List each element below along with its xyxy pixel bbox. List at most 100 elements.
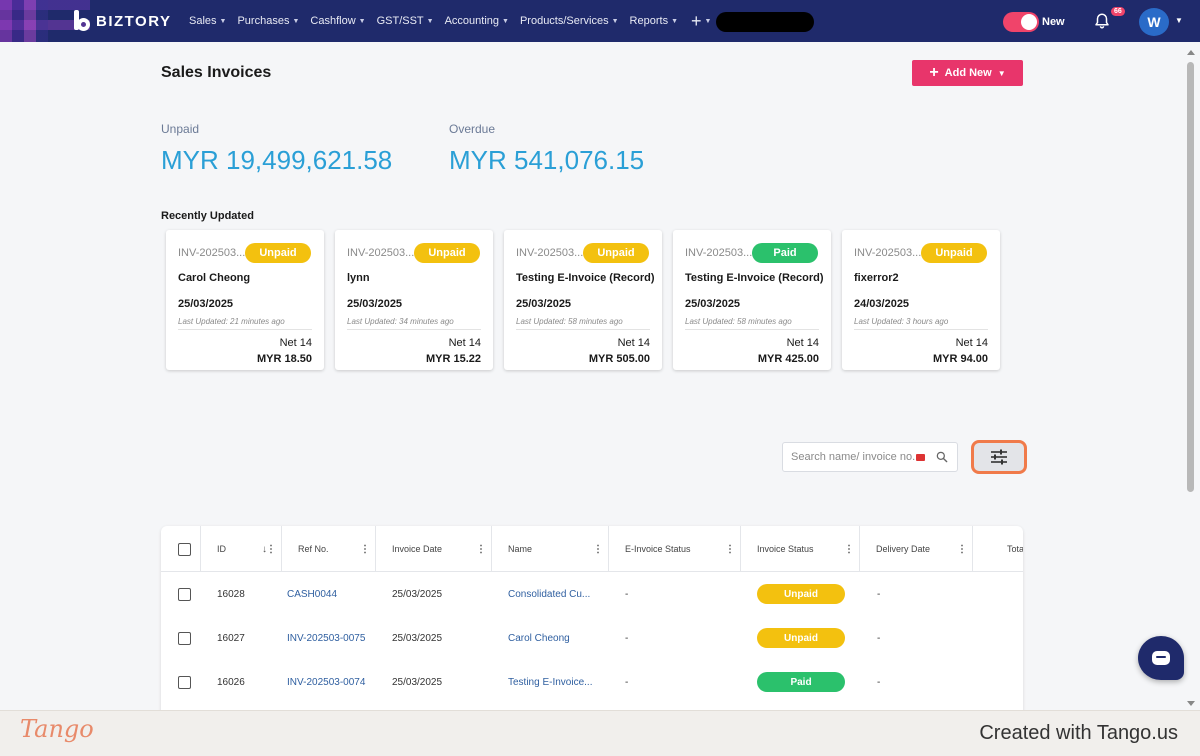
sort-desc-icon[interactable]: ↓⋮ bbox=[262, 544, 276, 555]
keyboard-icon bbox=[916, 453, 925, 461]
brand-name: BIZTORY bbox=[96, 12, 172, 30]
card-last-updated: Last Updated: 3 hours ago bbox=[854, 317, 949, 326]
search-icon[interactable] bbox=[935, 450, 949, 464]
row-e-invoice-status: - bbox=[625, 588, 629, 600]
nav-cashflow-label: Cashflow bbox=[310, 15, 356, 27]
tango-logo: Tango bbox=[20, 715, 94, 743]
nav-purchases[interactable]: Purchases ▼ bbox=[237, 15, 299, 27]
recent-invoice-card[interactable]: INV-202503... Unpaid Testing E-Invoice (… bbox=[504, 230, 662, 370]
card-last-updated: Last Updated: 58 minutes ago bbox=[516, 317, 623, 326]
chat-widget-button[interactable] bbox=[1138, 636, 1184, 680]
avatar-initial: W bbox=[1147, 14, 1161, 30]
row-ref-no-link[interactable]: INV-202503-0074 bbox=[287, 660, 365, 704]
column-menu-icon[interactable]: ⋮ bbox=[844, 544, 854, 555]
card-date: 25/03/2025 bbox=[516, 298, 572, 310]
card-payment-term: Net 14 bbox=[617, 337, 650, 349]
scroll-down-arrow-icon[interactable] bbox=[1187, 701, 1195, 706]
column-header-ref-no[interactable]: Ref No. ⋮ bbox=[282, 526, 376, 572]
nav-gst-sst[interactable]: GST/SST ▼ bbox=[377, 15, 434, 27]
column-menu-icon[interactable]: ⋮ bbox=[476, 544, 486, 555]
row-name-link[interactable]: Consolidated Cu... bbox=[508, 572, 590, 616]
unpaid-value: MYR 19,499,621.58 bbox=[161, 145, 393, 175]
table-row[interactable]: 16028 CASH0044 25/03/2025 Consolidated C… bbox=[161, 572, 1023, 616]
chevron-down-icon: ▼ bbox=[502, 17, 509, 25]
row-ref-no-link[interactable]: INV-202503-0075 bbox=[287, 616, 365, 660]
card-invoice-no: INV-202503... bbox=[685, 247, 753, 259]
row-name-link[interactable]: Testing E-Invoice... bbox=[508, 660, 592, 704]
scroll-up-arrow-icon[interactable] bbox=[1187, 50, 1195, 55]
card-last-updated: Last Updated: 34 minutes ago bbox=[347, 317, 454, 326]
new-ui-toggle[interactable] bbox=[1003, 12, 1039, 32]
chevron-down-icon: ▼ bbox=[611, 17, 619, 25]
row-delivery-date: - bbox=[877, 588, 881, 600]
column-header-name[interactable]: Name ⋮ bbox=[492, 526, 609, 572]
card-customer-name: Carol Cheong bbox=[178, 272, 251, 284]
card-divider bbox=[347, 329, 481, 330]
row-invoice-date: 25/03/2025 bbox=[392, 632, 443, 644]
nav-reports[interactable]: Reports ▼ bbox=[630, 15, 678, 27]
scroll-thumb[interactable] bbox=[1187, 62, 1194, 492]
row-ref-no-link[interactable]: CASH0044 bbox=[287, 572, 337, 616]
nav-accounting[interactable]: Accounting ▼ bbox=[445, 15, 509, 27]
column-header-id-label: ID bbox=[217, 544, 226, 554]
toggle-knob bbox=[1021, 14, 1037, 30]
card-amount: MYR 94.00 bbox=[932, 353, 988, 365]
main-nav: Sales ▼ Purchases ▼ Cashflow ▼ GST/SST ▼ Acc… bbox=[189, 0, 711, 42]
recent-invoice-card[interactable]: INV-202503... Unpaid lynn 25/03/2025 Las… bbox=[335, 230, 493, 370]
recent-invoice-cards: INV-202503... Unpaid Carol Cheong 25/03/… bbox=[166, 230, 1000, 370]
column-menu-icon[interactable]: ⋮ bbox=[593, 544, 603, 555]
column-menu-icon[interactable]: ⋮ bbox=[957, 544, 967, 555]
card-invoice-no: INV-202503... bbox=[854, 247, 922, 259]
card-date: 25/03/2025 bbox=[685, 298, 741, 310]
column-menu-icon[interactable]: ⋮ bbox=[360, 544, 370, 555]
card-divider bbox=[178, 329, 312, 330]
page-scrollbar[interactable] bbox=[1186, 46, 1195, 710]
row-checkbox-cell bbox=[178, 616, 191, 660]
brand-logo[interactable]: BIZTORY bbox=[72, 10, 172, 32]
nav-products-services[interactable]: Products/Services ▼ bbox=[520, 15, 619, 27]
chevron-down-icon: ▼ bbox=[219, 17, 227, 25]
select-all-checkbox[interactable] bbox=[178, 542, 191, 556]
add-new-button[interactable]: + Add New ▼ bbox=[912, 60, 1023, 86]
row-checkbox[interactable] bbox=[178, 587, 191, 601]
card-customer-name: fixerror2 bbox=[854, 272, 899, 284]
table-row[interactable]: 16027 INV-202503-0075 25/03/2025 Carol C… bbox=[161, 616, 1023, 660]
row-checkbox[interactable] bbox=[178, 675, 191, 689]
row-id: 16028 bbox=[217, 588, 245, 600]
column-header-invoice-date[interactable]: Invoice Date ⋮ bbox=[376, 526, 492, 572]
column-header-invoice-status[interactable]: Invoice Status ⋮ bbox=[741, 526, 860, 572]
card-date: 24/03/2025 bbox=[854, 298, 910, 310]
column-header-e-invoice-status[interactable]: E-Invoice Status ⋮ bbox=[609, 526, 741, 572]
nav-sales[interactable]: Sales ▼ bbox=[189, 15, 226, 27]
nav-purchases-label: Purchases bbox=[237, 15, 290, 27]
nav-cashflow[interactable]: Cashflow ▼ bbox=[310, 15, 365, 27]
filter-button[interactable] bbox=[971, 440, 1027, 474]
page-title: Sales Invoices bbox=[161, 64, 272, 81]
column-header-id[interactable]: ID ↓⋮ bbox=[201, 526, 282, 572]
recent-invoice-card[interactable]: INV-202503... Paid Testing E-Invoice (Re… bbox=[673, 230, 831, 370]
user-avatar[interactable]: W bbox=[1139, 8, 1169, 36]
card-status-badge: Paid bbox=[752, 243, 818, 263]
chevron-down-icon: ▼ bbox=[997, 68, 1006, 78]
bell-icon bbox=[1095, 13, 1109, 29]
chevron-down-icon[interactable]: ▼ bbox=[1175, 16, 1183, 25]
search-input[interactable] bbox=[791, 451, 916, 463]
quick-add-menu[interactable]: + ▼ bbox=[691, 11, 711, 32]
card-date: 25/03/2025 bbox=[347, 298, 403, 310]
card-customer-name: Testing E-Invoice (Record) bbox=[685, 272, 824, 284]
column-header-delivery-date[interactable]: Delivery Date ⋮ bbox=[860, 526, 973, 572]
row-name-link[interactable]: Carol Cheong bbox=[508, 616, 570, 660]
row-id: 16027 bbox=[217, 632, 245, 644]
table-row[interactable]: 16026 INV-202503-0074 25/03/2025 Testing… bbox=[161, 660, 1023, 704]
notifications-button[interactable] bbox=[1093, 12, 1113, 32]
recent-invoice-card[interactable]: INV-202503... Unpaid fixerror2 24/03/202… bbox=[842, 230, 1000, 370]
column-menu-icon[interactable]: ⋮ bbox=[725, 544, 735, 555]
overdue-label: Overdue bbox=[449, 122, 496, 136]
unpaid-label: Unpaid bbox=[161, 122, 200, 136]
brand-logo-icon bbox=[72, 10, 92, 32]
column-header-invoice-date-label: Invoice Date bbox=[392, 544, 443, 554]
column-header-total[interactable]: Tota bbox=[973, 526, 1023, 572]
card-invoice-no: INV-202503... bbox=[178, 247, 246, 259]
row-checkbox[interactable] bbox=[178, 631, 191, 645]
recent-invoice-card[interactable]: INV-202503... Unpaid Carol Cheong 25/03/… bbox=[166, 230, 324, 370]
